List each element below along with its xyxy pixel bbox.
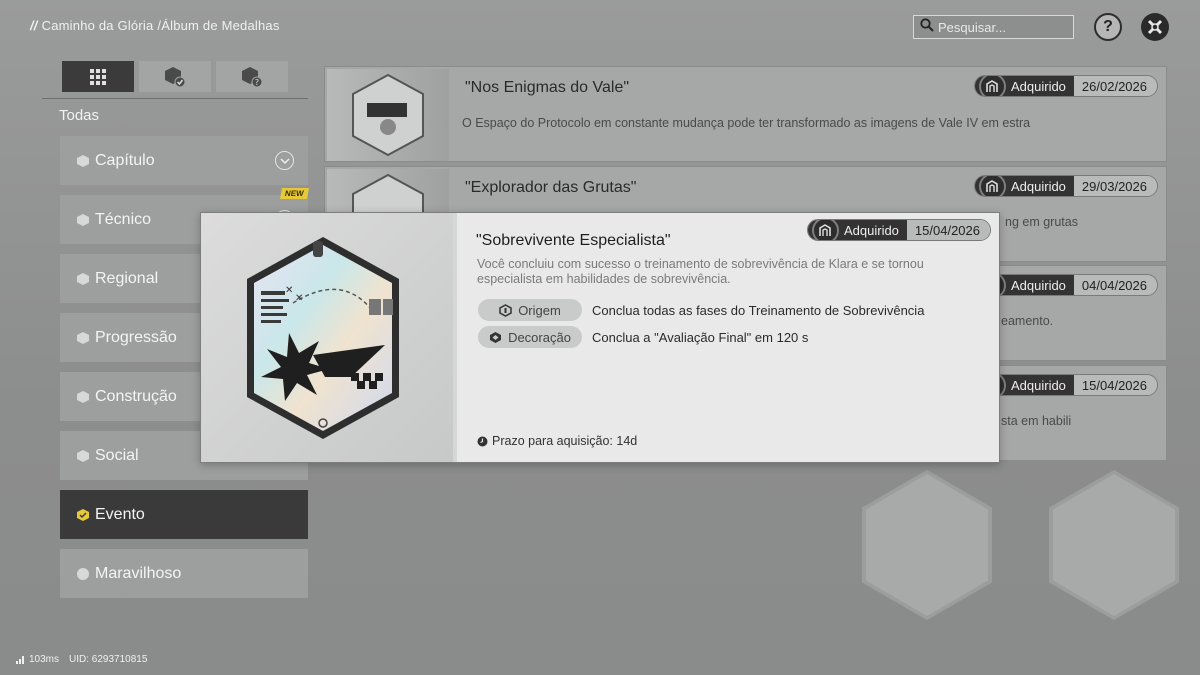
medal-detail-dialog: ✕ ✕ "Sobrevivente Especialista" Você con… (200, 212, 1000, 463)
acquisition-deadline: Prazo para aquisição: 14d (477, 434, 637, 448)
footer-status: 103ms UID: 6293710815 (16, 654, 147, 665)
status-date: 15/04/2026 (1073, 375, 1157, 395)
chevron-down-icon[interactable] (275, 151, 294, 170)
breadcrumb-page: Álbum de Medalhas (161, 18, 280, 33)
breadcrumb: // Caminho da Glória / Álbum de Medalhas (30, 18, 280, 33)
requirement-text: Conclua a "Avaliação Final" em 120 s (592, 329, 809, 345)
category-chapter[interactable]: Capítulo (60, 136, 308, 185)
ping-value: 103ms (29, 654, 60, 665)
event-icon (76, 508, 90, 522)
status-badge: Adquirido 15/04/2026 (806, 219, 991, 241)
panel-separator (453, 213, 457, 462)
search-input[interactable] (938, 19, 1068, 35)
help-icon: ? (1103, 18, 1113, 35)
grid-icon (90, 68, 106, 85)
status-label: Adquirido (843, 222, 899, 238)
decoration-icon (490, 331, 502, 343)
filter-tabs: ? (62, 61, 288, 92)
medal-check-icon (165, 66, 186, 87)
tab-all[interactable] (62, 61, 134, 92)
status-label: Adquirido (1010, 78, 1066, 94)
dialog-description: Você concluiu com sucesso o treinamento … (477, 257, 924, 286)
medal-description: O Espaço do Protocolo em constante mudan… (462, 116, 1031, 130)
origin-icon (499, 303, 512, 317)
acquired-icon (978, 76, 1006, 96)
requirement-label: Decoração (508, 329, 571, 345)
new-badge: NEW (280, 188, 309, 199)
category-label: Social (95, 446, 139, 464)
category-label: Maravilhoso (95, 564, 182, 582)
medal-thumbnail (327, 69, 449, 161)
status-badge: Adquirido 04/04/2026 (973, 274, 1158, 296)
svg-text:?: ? (255, 78, 259, 87)
breadcrumb-section[interactable]: Caminho da Glória (42, 18, 154, 33)
technical-icon (76, 213, 90, 227)
requirement-pill: Decoração (478, 326, 582, 348)
sidebar-divider (42, 98, 308, 99)
category-label: Construção (95, 387, 177, 405)
dialog-title: "Sobrevivente Especialista" (476, 232, 671, 249)
category-label: Técnico (95, 210, 152, 228)
status-badge: Adquirido 26/02/2026 (973, 75, 1158, 97)
close-button[interactable] (1141, 13, 1169, 41)
status-label: Adquirido (1010, 178, 1066, 194)
status-date: 29/03/2026 (1073, 176, 1157, 196)
medal-description: sta em habili (1001, 414, 1072, 428)
wonderful-icon (76, 567, 90, 581)
medal-card[interactable]: "Nos Enigmas do Vale" O Espaço do Protoc… (324, 66, 1167, 162)
uid-text: UID: 6293710815 (69, 654, 148, 665)
requirement-pill: Origem (478, 299, 582, 321)
signal-icon (16, 656, 24, 664)
survivor-medal-image: ✕ ✕ (247, 237, 399, 439)
regional-icon (76, 272, 90, 286)
construction-icon (76, 390, 90, 404)
search-box[interactable] (913, 15, 1074, 39)
status-date: 26/02/2026 (1073, 76, 1157, 96)
medal-description: ng em grutas (1005, 215, 1078, 229)
medal-question-icon: ? (242, 66, 263, 87)
status-label: Adquirido (1010, 277, 1066, 293)
search-icon (920, 17, 934, 37)
progression-icon (76, 331, 90, 345)
requirement-label: Origem (518, 302, 561, 318)
requirement-text: Conclua todas as fases do Treinamento de… (592, 302, 925, 318)
deadline-text: Prazo para aquisição: 14d (492, 434, 638, 448)
category-label: Capítulo (95, 151, 155, 169)
status-label: Adquirido (1010, 377, 1066, 393)
category-wonderful[interactable]: Maravilhoso (60, 549, 308, 598)
tab-acquired[interactable] (139, 61, 211, 92)
status-badge: Adquirido 29/03/2026 (973, 175, 1158, 197)
medal-title: "Nos Enigmas do Vale" (465, 79, 630, 96)
requirement-decoration: Decoração Conclua a "Avaliação Final" em… (478, 326, 808, 348)
category-label: Progressão (95, 328, 177, 346)
svg-text:✕: ✕ (295, 293, 303, 304)
acquired-icon (811, 220, 839, 240)
ping-indicator: 103ms (16, 654, 59, 665)
help-button[interactable]: ? (1094, 13, 1122, 41)
close-icon (1147, 19, 1163, 35)
tab-not-acquired[interactable]: ? (216, 61, 288, 92)
chapter-icon (76, 154, 90, 168)
medal-description: eamento. (1001, 314, 1054, 328)
acquired-icon (978, 176, 1006, 196)
clock-icon (477, 436, 488, 446)
social-icon (76, 449, 90, 463)
requirement-origin: Origem Conclua todas as fases do Treinam… (478, 299, 924, 321)
category-all-label[interactable]: Todas (59, 107, 99, 124)
category-event[interactable]: Evento (60, 490, 308, 539)
svg-text:✕: ✕ (285, 285, 293, 296)
medal-title: "Explorador das Grutas" (465, 179, 637, 196)
status-date: 15/04/2026 (906, 220, 990, 240)
breadcrumb-slashes: // (30, 18, 38, 33)
medal-image-panel: ✕ ✕ (201, 213, 453, 462)
status-date: 04/04/2026 (1073, 275, 1157, 295)
category-label: Evento (95, 505, 145, 523)
status-badge: Adquirido 15/04/2026 (973, 374, 1158, 396)
category-label: Regional (95, 269, 159, 287)
